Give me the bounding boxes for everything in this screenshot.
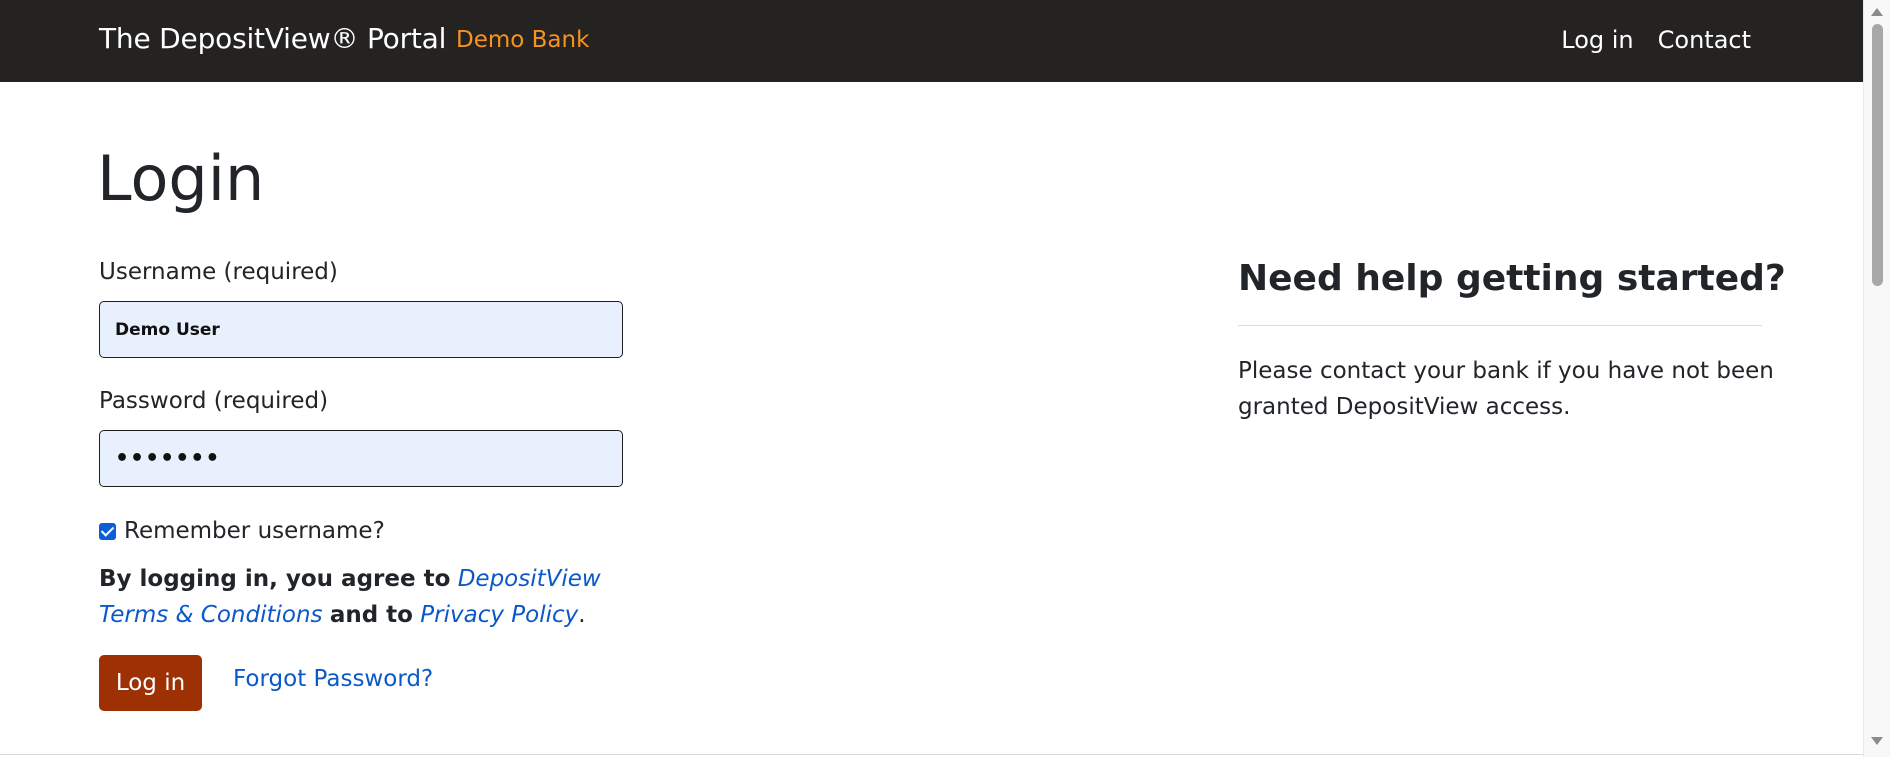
help-title: Need help getting started? <box>1238 258 1786 299</box>
remember-username-checkbox[interactable] <box>99 522 116 540</box>
password-label: Password (required) <box>99 388 329 414</box>
remember-username-label: Remember username? <box>124 518 385 544</box>
page: The DepositView® Portal Demo Bank Log in… <box>0 0 1890 757</box>
username-label: Username (required) <box>99 259 338 285</box>
page-title: Login <box>97 142 265 215</box>
scroll-up-arrow-icon[interactable] <box>1871 8 1883 16</box>
remember-username-row: Remember username? <box>99 518 385 544</box>
brand-link[interactable]: The DepositView® Portal <box>99 22 446 55</box>
login-button[interactable]: Log in <box>99 655 202 711</box>
bank-name: Demo Bank <box>456 27 590 53</box>
top-navbar: The DepositView® Portal Demo Bank Log in… <box>0 0 1863 82</box>
bottom-border <box>0 754 1863 755</box>
password-input[interactable] <box>99 430 623 487</box>
vertical-scrollbar[interactable] <box>1863 0 1890 757</box>
agreement-prefix: By logging in, you agree to <box>99 566 451 592</box>
username-input[interactable] <box>99 301 623 358</box>
nav-contact-link[interactable]: Contact <box>1658 26 1751 54</box>
nav-links: Log in Contact <box>1561 26 1751 54</box>
help-divider <box>1238 325 1762 326</box>
nav-login-link[interactable]: Log in <box>1561 26 1633 54</box>
help-text: Please contact your bank if you have not… <box>1238 358 1774 420</box>
forgot-password-link[interactable]: Forgot Password? <box>233 666 433 692</box>
terms-agreement: By logging in, you agree to DepositView … <box>99 561 639 633</box>
agreement-middle: and to <box>329 602 413 628</box>
scroll-down-arrow-icon[interactable] <box>1871 737 1883 745</box>
agreement-suffix: . <box>578 602 586 628</box>
privacy-link[interactable]: Privacy Policy <box>420 602 578 628</box>
scrollbar-thumb[interactable] <box>1872 24 1883 286</box>
